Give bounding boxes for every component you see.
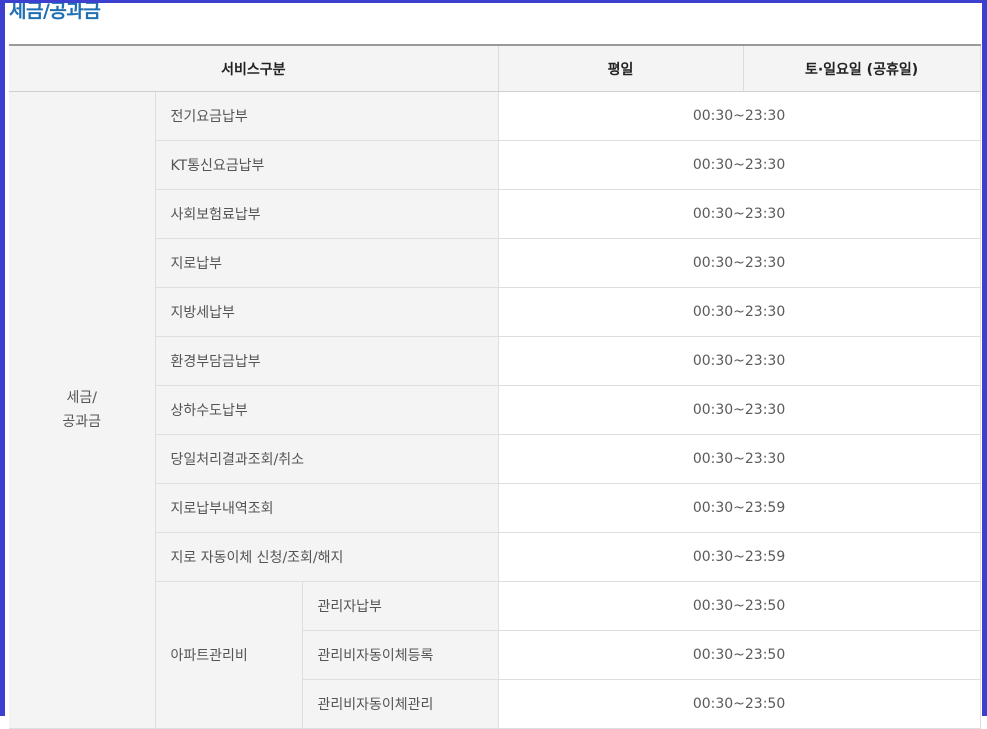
service-time: 00:30~23:30 [498, 238, 981, 288]
table-row: 환경부담금납부 00:30~23:30 [9, 336, 981, 386]
service-name: 관리비자동이체관리 [302, 679, 499, 729]
service-name: 사회보험료납부 [155, 189, 499, 239]
table-row: 지방세납부 00:30~23:30 [9, 287, 981, 337]
service-time: 00:30~23:30 [498, 385, 981, 435]
service-name: 관리자납부 [302, 581, 499, 631]
service-name: KT통신요금납부 [155, 140, 499, 190]
service-time: 00:30~23:30 [498, 189, 981, 239]
service-hours-table: 서비스구분 평일 토·일요일 (공휴일) 세금/ 공과금 전기요금납부 00:3… [9, 44, 981, 729]
service-time: 00:30~23:59 [498, 483, 981, 533]
category-label-line2: 공과금 [62, 414, 102, 430]
category-cell: 세금/ 공과금 [9, 91, 156, 729]
service-time: 00:30~23:30 [498, 336, 981, 386]
table-row: 지로 자동이체 신청/조회/해지 00:30~23:59 [9, 532, 981, 582]
service-time: 00:30~23:30 [498, 287, 981, 337]
table-row: 상하수도납부 00:30~23:30 [9, 385, 981, 435]
table-row: 세금/ 공과금 전기요금납부 00:30~23:30 [9, 91, 981, 729]
service-name: 지방세납부 [155, 287, 499, 337]
section-title: 세금/공과금 [9, 0, 101, 22]
service-name: 지로납부 [155, 238, 499, 288]
table-row: 지로납부 00:30~23:30 [9, 238, 981, 288]
category-label-line1: 세금/ [66, 390, 97, 406]
service-time: 00:30~23:30 [498, 140, 981, 190]
service-time: 00:30~23:30 [498, 434, 981, 484]
table-row: 아파트관리비 관리자납부 00:30~23:50 [9, 581, 981, 729]
service-time: 00:30~23:50 [498, 581, 981, 631]
service-time: 00:30~23:59 [498, 532, 981, 582]
header-service-category: 서비스구분 [9, 44, 499, 92]
service-name: 당일처리결과조회/취소 [155, 434, 499, 484]
table-header-row: 서비스구분 평일 토·일요일 (공휴일) [9, 44, 981, 92]
service-time: 00:30~23:50 [498, 630, 981, 680]
service-time: 00:30~23:30 [498, 91, 981, 141]
table-row: 지로납부내역조회 00:30~23:59 [9, 483, 981, 533]
right-edge [982, 0, 987, 716]
service-name: 관리비자동이체등록 [302, 630, 499, 680]
header-weekday: 평일 [498, 44, 744, 92]
table-row: KT통신요금납부 00:30~23:30 [9, 140, 981, 190]
header-weekend-holiday: 토·일요일 (공휴일) [743, 44, 981, 92]
service-name: 전기요금납부 [155, 91, 499, 141]
table-row: 사회보험료납부 00:30~23:30 [9, 189, 981, 239]
service-name: 지로 자동이체 신청/조회/해지 [155, 532, 499, 582]
apartment-fee-group: 아파트관리비 [155, 581, 303, 729]
service-name: 지로납부내역조회 [155, 483, 499, 533]
service-name: 환경부담금납부 [155, 336, 499, 386]
table-row: 당일처리결과조회/취소 00:30~23:30 [9, 434, 981, 484]
service-time: 00:30~23:50 [498, 679, 981, 729]
service-name: 상하수도납부 [155, 385, 499, 435]
